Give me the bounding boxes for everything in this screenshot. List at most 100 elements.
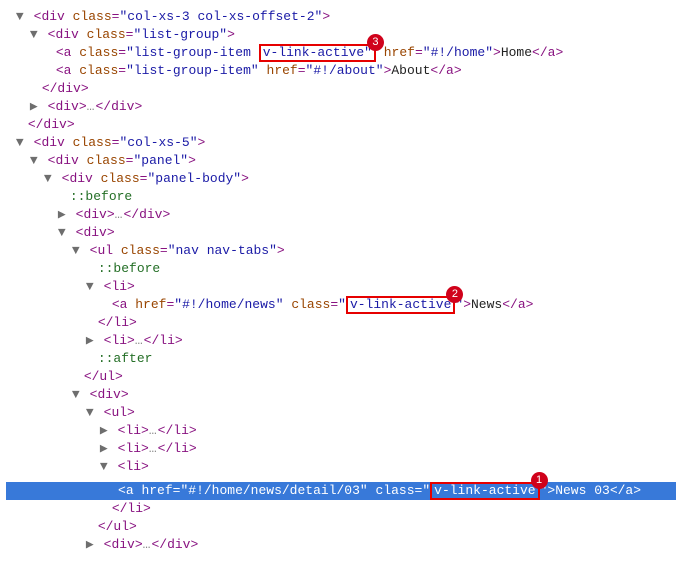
highlight-box-2: v-link-active <box>346 296 455 314</box>
dom-node-collapsed[interactable]: ▶ <div>…</div> <box>6 206 676 224</box>
tag: a <box>446 63 454 78</box>
dom-close[interactable]: </li> <box>6 500 676 518</box>
dom-close[interactable]: </ul> <box>6 368 676 386</box>
bracket: > <box>134 99 142 114</box>
tag: ul <box>97 243 113 258</box>
dom-node-selected[interactable]: <a href="#!/home/news/detail/03" class="… <box>6 482 676 500</box>
bracket: > <box>141 459 149 474</box>
expand-toggle-open[interactable]: ▼ <box>70 242 82 260</box>
attr-name: class <box>79 45 118 60</box>
bracket: > <box>129 315 137 330</box>
tag: li <box>125 423 141 438</box>
bracket: > <box>127 279 135 294</box>
dom-node[interactable]: ▼ <div class="col-xs-3 col-xs-offset-2"> <box>6 8 676 26</box>
text-content: News <box>471 297 502 312</box>
dom-node-collapsed[interactable]: ▶ <li>…</li> <box>6 440 676 458</box>
expand-toggle-open[interactable]: ▼ <box>42 170 54 188</box>
expand-toggle-open[interactable]: ▼ <box>14 8 26 26</box>
dom-node[interactable]: ▼ <li> <box>6 458 676 476</box>
expand-toggle-open[interactable]: ▼ <box>84 278 96 296</box>
dom-node[interactable]: ▼ <div class="panel"> <box>6 152 676 170</box>
bracket: < <box>56 45 64 60</box>
bracket: < <box>112 297 120 312</box>
dom-node[interactable]: ▼ <div class="col-xs-5"> <box>6 134 676 152</box>
bracket: > <box>141 423 149 438</box>
expand-toggle-closed[interactable]: ▶ <box>84 332 96 350</box>
pseudo-before: ::before <box>98 261 160 276</box>
expand-toggle-open[interactable]: ▼ <box>14 134 26 152</box>
expand-toggle-closed[interactable]: ▶ <box>56 206 68 224</box>
dom-node[interactable]: <a href="#!/home/news" class="2v-link-ac… <box>6 296 676 314</box>
expand-toggle-closed[interactable]: ▶ <box>84 536 96 554</box>
dom-node[interactable]: ▼ <li> <box>6 278 676 296</box>
dom-node-collapsed[interactable]: ▶ <li>…</li> <box>6 332 676 350</box>
dom-close[interactable]: </li> <box>6 314 676 332</box>
bracket: > <box>633 483 641 498</box>
expand-toggle-open[interactable]: ▼ <box>28 26 40 44</box>
pseudo-element[interactable]: ::after <box>6 350 676 368</box>
bracket: > <box>189 441 197 456</box>
bracket: </ <box>98 519 114 534</box>
quote: " <box>338 297 346 312</box>
eq: = <box>415 45 423 60</box>
tag: div <box>57 81 80 96</box>
highlighted-text: v-link-active" <box>263 45 372 60</box>
tag: div <box>97 387 120 402</box>
tag: a <box>64 45 72 60</box>
bracket: < <box>56 63 64 78</box>
attr-value: "#!/about" <box>306 63 384 78</box>
expand-toggle-open[interactable]: ▼ <box>98 458 110 476</box>
attr-value: "#!/home/news" <box>174 297 283 312</box>
bracket: > <box>277 243 285 258</box>
attr-name: class <box>376 483 415 498</box>
dom-node-collapsed[interactable]: ▶ <div>…</div> <box>6 98 676 116</box>
dom-node-collapsed[interactable]: ▶ <div>…</div> <box>6 536 676 554</box>
expand-toggle-open[interactable]: ▼ <box>56 224 68 242</box>
annotation-badge-3: 3 <box>367 34 384 51</box>
expand-toggle-closed[interactable]: ▶ <box>28 98 40 116</box>
expand-toggle-open[interactable]: ▼ <box>84 404 96 422</box>
expand-toggle-closed[interactable]: ▶ <box>98 422 110 440</box>
bracket: </ <box>158 423 174 438</box>
dom-node[interactable]: ▼ <div> <box>6 386 676 404</box>
quote: " <box>422 483 430 498</box>
bracket: > <box>67 117 75 132</box>
dom-node[interactable]: <a class="list-group-item 3v-link-active… <box>6 44 676 62</box>
bracket: </ <box>610 483 626 498</box>
tag: ul <box>111 405 127 420</box>
dom-node[interactable]: ▼ <ul> <box>6 404 676 422</box>
dom-node[interactable]: <a class="list-group-item" href="#!/abou… <box>6 62 676 80</box>
tag: li <box>125 441 141 456</box>
tag: a <box>64 63 72 78</box>
expand-toggle-open[interactable]: ▼ <box>70 386 82 404</box>
tag: li <box>127 501 143 516</box>
tag: div <box>111 99 134 114</box>
expand-toggle-closed[interactable]: ▶ <box>98 440 110 458</box>
dom-node[interactable]: ▼ <div> <box>6 224 676 242</box>
bracket: > <box>188 153 196 168</box>
tag: div <box>55 153 78 168</box>
eq: = <box>160 243 168 258</box>
dom-node[interactable]: ▼ <ul class="nav nav-tabs"> <box>6 242 676 260</box>
dom-close[interactable]: </div> <box>6 116 676 134</box>
dom-node[interactable]: ▼ <div class="panel-body"> <box>6 170 676 188</box>
highlighted-text: v-link-active <box>350 297 451 312</box>
pseudo-element[interactable]: ::before <box>6 260 676 278</box>
bracket: > <box>463 297 471 312</box>
highlight-box-1: v-link-active <box>430 482 539 500</box>
bracket: > <box>135 537 143 552</box>
attr-value: "list-group-item <box>126 45 251 60</box>
dom-close[interactable]: </div> <box>6 80 676 98</box>
dom-node-collapsed[interactable]: ▶ <li>…</li> <box>6 422 676 440</box>
pseudo-element[interactable]: ::before <box>6 188 676 206</box>
expand-toggle-open[interactable]: ▼ <box>28 152 40 170</box>
tag: div <box>111 537 134 552</box>
tag: li <box>173 441 189 456</box>
bracket: > <box>175 333 183 348</box>
text-content: Home <box>501 45 532 60</box>
attr-value: "#!/home" <box>423 45 493 60</box>
dom-close[interactable]: </ul> <box>6 518 676 536</box>
bracket: > <box>454 63 462 78</box>
dom-node[interactable]: ▼ <div class="list-group"> <box>6 26 676 44</box>
bracket: > <box>141 441 149 456</box>
